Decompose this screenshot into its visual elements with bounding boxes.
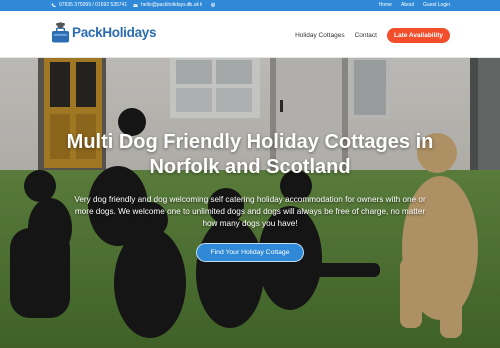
top-bar: 07935 375099 / 01692 535741 hello@packho… xyxy=(0,0,500,11)
phone-icon xyxy=(51,3,56,7)
top-links: Home About Guest Login xyxy=(379,2,450,8)
late-availability-button[interactable]: Late Availability xyxy=(386,28,450,43)
find-holiday-cottage-button[interactable]: Find Your Holiday Cottage xyxy=(196,243,304,262)
nav-contact[interactable]: Contact xyxy=(355,32,377,39)
social-links: f t ◎ xyxy=(186,2,216,8)
instagram-icon[interactable]: ◎ xyxy=(210,2,216,8)
hero-title: Multi Dog Friendly Holiday Cottages in N… xyxy=(66,131,434,178)
main-nav: Holiday Cottages Contact Late Availabili… xyxy=(295,28,450,43)
facebook-icon[interactable]: f xyxy=(186,2,192,8)
nav-holiday-cottages[interactable]: Holiday Cottages xyxy=(295,32,345,39)
hero-subtitle: Very dog friendly and dog welcoming self… xyxy=(74,195,426,228)
site-header: PackHolidays Holiday Cottages Contact La… xyxy=(0,11,500,58)
logo-text: PackHolidays xyxy=(72,24,157,40)
site-logo[interactable]: PackHolidays xyxy=(51,20,157,44)
top-link-about[interactable]: About xyxy=(401,2,414,8)
top-link-guest-login[interactable]: Guest Login xyxy=(423,2,450,8)
twitter-icon[interactable]: t xyxy=(198,2,204,8)
top-link-home[interactable]: Home xyxy=(379,2,392,8)
email-icon xyxy=(133,3,138,7)
contact-info: 07935 375099 / 01692 535741 hello@packho… xyxy=(51,2,199,8)
hero-section: Multi Dog Friendly Holiday Cottages in N… xyxy=(0,58,500,348)
phone-number[interactable]: 07935 375099 / 01692 535741 xyxy=(59,2,127,8)
logo-dog-bag-icon xyxy=(51,22,70,43)
